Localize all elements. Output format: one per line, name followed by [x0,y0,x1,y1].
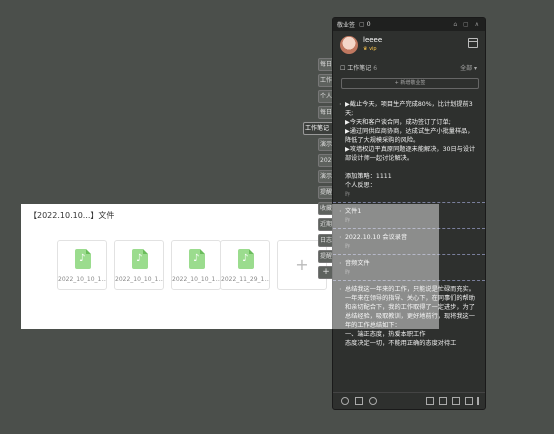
vip-badge: ♛ vip [363,46,377,52]
section-label: ☐ 工作笔记 6 [340,65,378,72]
audio-file-tile[interactable]: 2022_11_29_1... [220,240,270,290]
image-icon[interactable] [439,397,447,405]
list-icon[interactable] [465,397,473,405]
file-name: 2022_10_10_1... [115,276,163,283]
note-meta: 昨 [345,244,351,250]
more-icon[interactable] [477,397,479,405]
user-row: leeee ♛ vip [333,31,485,61]
note-item[interactable]: · 音频文件 昨 [333,255,485,281]
file-name: 2022_10_10_1... [58,276,106,283]
note-meta: 昨 [345,192,351,198]
note-text: ▶截止今天，项目生产完成80%，比计划提前3天; ▶今天和客户谈合同，成功签订了… [345,101,476,189]
note-panel: 敬业签 ▢ 0 ⌂ ▢ ∧ leeee ♛ vip ☐ 工作笔记 6 全部 ▾ … [332,17,486,410]
audio-file-tile[interactable]: 2022_10_10_1... [114,240,164,290]
avatar[interactable] [340,36,358,54]
note-meta: 昨 [345,270,351,276]
bullet: · [339,285,342,294]
note-item[interactable]: · 文件1 昨 [333,203,485,229]
note-meta: 昨 [345,218,351,224]
bullet: · [339,207,342,216]
bell-icon[interactable]: ▢ [359,21,365,28]
filter-dropdown[interactable]: 全部 ▾ [460,63,477,72]
note-item[interactable]: · 总结我这一年来的工作，只能说是忙碌而充实。一年来在领导的指导、关心下，在同事… [333,281,485,352]
search-icon[interactable] [369,397,377,405]
file-name: 2022_10_10_1... [172,276,220,283]
bottom-toolbar [333,392,485,409]
clock-icon[interactable] [341,397,349,405]
calendar-icon[interactable] [468,38,478,48]
add-file-button[interactable]: + [277,240,327,290]
side-tab-active[interactable]: 工作笔记 [303,122,334,135]
audio-file-icon [189,249,205,269]
note-text: 2022.10.10 会议录音 [345,234,408,241]
file-name: 2022_11_29_1... [221,276,269,283]
bullet: · [339,100,342,109]
add-icon[interactable] [426,397,434,405]
audio-file-tile[interactable]: 2022_10_10_1... [171,240,221,290]
note-item[interactable]: · ▶截止今天，项目生产完成80%，比计划提前3天; ▶今天和客户谈合同，成功签… [333,96,485,203]
section-header: ☐ 工作笔记 6 全部 ▾ [333,61,485,73]
app-name: 敬业签 [337,22,356,29]
titlebar: 敬业签 ▢ 0 ⌂ ▢ ∧ [333,18,485,31]
note-text: 音频文件 [345,260,370,267]
note-text: 总结我这一年来的工作，只能说是忙碌而充实。一年来在领导的指导、关心下，在同事们的… [345,286,475,347]
calendar-icon[interactable] [355,397,363,405]
audio-file-icon [132,249,148,269]
note-list: · ▶截止今天，项目生产完成80%，比计划提前3天; ▶今天和客户谈合同，成功签… [333,96,485,391]
audio-file-tile[interactable]: 2022_10_10_1... [57,240,107,290]
bullet: · [339,233,342,242]
grid-icon[interactable] [452,397,460,405]
audio-file-icon [238,249,254,269]
file-card-title: 【2022.10.10...】文件 [29,211,115,220]
username: leeee [363,36,383,44]
notification-count: 0 [366,21,371,28]
note-item[interactable]: · 2022.10.10 会议录音 昨 [333,229,485,255]
note-text: 文件1 [345,208,362,215]
audio-file-icon [75,249,91,269]
section-count: 6 [373,65,378,72]
new-note-button[interactable]: + 新增敬业签 [341,78,479,89]
window-controls[interactable]: ⌂ ▢ ∧ [453,21,481,28]
bullet: · [339,259,342,268]
